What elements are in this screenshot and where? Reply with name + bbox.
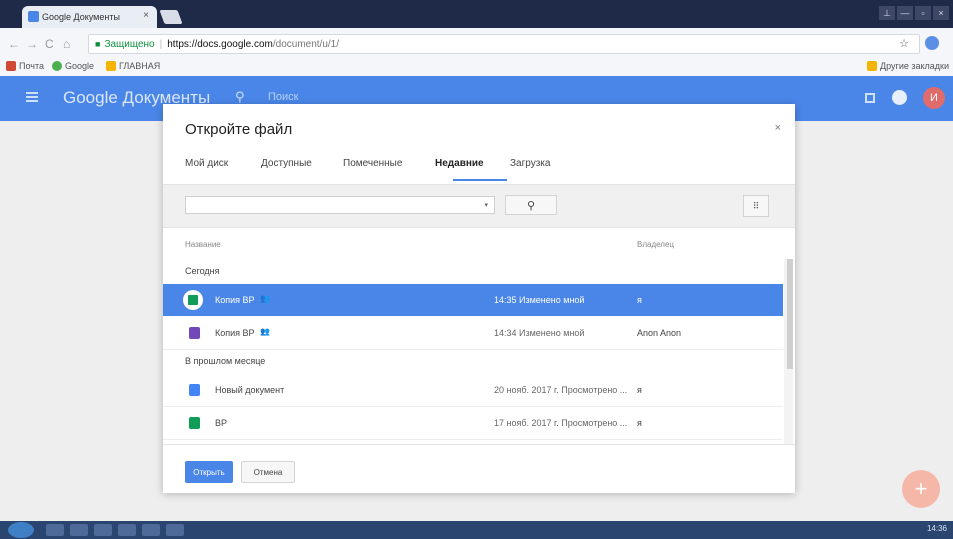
new-tab-button[interactable] — [159, 10, 183, 24]
docs-favicon-icon — [28, 11, 39, 22]
folder-icon — [106, 61, 116, 71]
taskbar-app-icon[interactable] — [166, 524, 184, 536]
section-last-month: В прошлом месяце — [185, 356, 266, 366]
grid-view-icon[interactable] — [865, 93, 875, 103]
column-header-name[interactable]: Название — [185, 240, 221, 249]
url-path: /document/u/1/ — [272, 38, 340, 50]
file-name: BP — [215, 418, 228, 428]
scrollbar-thumb[interactable] — [787, 259, 793, 369]
extension-icon[interactable] — [925, 36, 939, 50]
file-row[interactable]: Копия BP 👥 14:35 Изменено мной я — [163, 284, 783, 316]
other-bookmarks-label: Другие закладки — [880, 61, 949, 71]
open-file-dialog: Откройте файл × Мой диск Доступные Помеч… — [163, 104, 795, 493]
file-owner: я — [637, 385, 642, 395]
bookmark-label: Google — [65, 61, 95, 71]
tab-title: Google Документы — [42, 12, 120, 22]
file-name: Новый документ — [215, 385, 285, 395]
tab-shared[interactable]: Доступные — [261, 158, 312, 169]
search-icon: ⚲ — [526, 199, 536, 212]
file-row[interactable]: Копия BP 👥 14:34 Изменено мной Anon Anon — [163, 317, 783, 350]
window-maximize-button[interactable]: ▫ — [915, 6, 931, 20]
create-document-fab[interactable]: + — [902, 470, 940, 508]
file-modified: 14:35 Изменено мной — [494, 295, 585, 305]
shared-icon: 👥 — [260, 327, 270, 336]
home-icon[interactable]: ⌂ — [63, 37, 70, 51]
docs-search-placeholder[interactable]: Поиск — [268, 91, 298, 103]
reload-icon[interactable]: C — [45, 37, 54, 51]
bookmark-item[interactable]: Почта — [6, 61, 44, 71]
tab-recent[interactable]: Недавние — [435, 158, 484, 169]
search-button[interactable]: ⚲ — [505, 195, 557, 215]
bookmark-item[interactable]: ГЛАВНАЯ — [106, 61, 160, 71]
dialog-title: Откройте файл — [185, 121, 293, 138]
window-controls: ⊥ — ▫ × — [879, 6, 949, 20]
folder-icon — [867, 61, 878, 71]
search-toolbar: ▾ ⚲ ⠿ — [163, 184, 795, 228]
bookmark-label: ГЛАВНАЯ — [119, 61, 161, 71]
section-today: Сегодня — [185, 266, 220, 276]
taskbar-app-icon[interactable] — [142, 524, 160, 536]
search-icon[interactable]: ⚲ — [235, 89, 245, 105]
file-row[interactable]: BP 17 нояб. 2017 г. Просмотрено ... я — [163, 407, 783, 440]
url-field[interactable]: ■ Защищено | https://docs.google.com /do… — [88, 34, 920, 54]
cancel-button[interactable]: Отмена — [241, 461, 295, 483]
file-modified: 14:34 Изменено мной — [494, 328, 585, 338]
bookmarks-bar: Почта Google ГЛАВНАЯ Другие закладки — [0, 58, 953, 77]
view-toggle-button[interactable]: ⠿ — [743, 195, 769, 217]
tab-close-icon[interactable]: × — [143, 10, 149, 21]
close-icon[interactable]: × — [775, 122, 781, 134]
open-button[interactable]: Открыть — [185, 461, 233, 483]
browser-tabbar: Google Документы × ⊥ — ▫ × — [0, 0, 953, 28]
back-icon[interactable]: ← — [8, 37, 20, 51]
file-owner: я — [637, 418, 642, 428]
chevron-down-icon[interactable]: ▾ — [484, 201, 488, 209]
window-close-button[interactable]: × — [933, 6, 949, 20]
taskbar-app-icon[interactable] — [46, 524, 64, 536]
file-viewed: 17 нояб. 2017 г. Просмотрено ... — [494, 418, 628, 428]
tab-upload[interactable]: Загрузка — [510, 158, 550, 169]
file-row[interactable]: Новый документ 20 нояб. 2017 г. Просмотр… — [163, 374, 783, 407]
system-clock[interactable]: 14:36 — [927, 524, 947, 533]
grid-icon: ⠿ — [752, 200, 760, 211]
other-bookmarks[interactable]: Другие закладки — [867, 61, 949, 71]
forward-icon[interactable]: → — [26, 37, 38, 51]
window-user-button[interactable]: ⊥ — [879, 6, 895, 20]
url-host: https://docs.google.com — [167, 38, 273, 50]
column-header-owner[interactable]: Владелец — [637, 240, 674, 249]
shared-icon: 👥 — [260, 294, 270, 303]
gmail-icon — [6, 61, 16, 71]
file-viewed: 20 нояб. 2017 г. Просмотрено ... — [494, 385, 628, 395]
docs-icon — [189, 384, 200, 396]
address-bar-row: ← → C ⌂ ■ Защищено | https://docs.google… — [0, 28, 953, 59]
bookmark-label: Почта — [19, 61, 44, 71]
bookmark-star-icon[interactable]: ☆ — [899, 37, 909, 50]
file-owner: Anon Anon — [637, 328, 682, 338]
file-search-input[interactable]: ▾ — [185, 196, 495, 214]
avatar[interactable]: И — [923, 87, 945, 109]
file-name: Копия BP — [215, 295, 255, 305]
forms-icon — [189, 327, 200, 339]
url-separator: | — [159, 38, 163, 50]
menu-icon[interactable] — [26, 92, 38, 102]
bookmark-item[interactable]: Google — [52, 61, 94, 71]
taskbar-app-icon[interactable] — [94, 524, 112, 536]
secure-label: Защищено — [104, 38, 155, 50]
google-icon — [52, 61, 62, 71]
tab-starred[interactable]: Помеченные — [343, 158, 402, 169]
lock-icon: ■ — [95, 39, 101, 49]
sheets-icon — [189, 417, 200, 429]
taskbar-app-icon[interactable] — [70, 524, 88, 536]
active-tab-underline — [453, 179, 507, 181]
window-minimize-button[interactable]: — — [897, 6, 913, 20]
file-name: Копия BP — [215, 328, 255, 338]
tab-my-drive[interactable]: Мой диск — [185, 158, 228, 169]
os-taskbar: 14:36 — [0, 521, 953, 539]
browser-tab[interactable]: Google Документы × — [22, 6, 157, 28]
start-button[interactable] — [8, 522, 34, 538]
apps-icon[interactable] — [892, 90, 907, 105]
taskbar-app-icon[interactable] — [118, 524, 136, 536]
dialog-footer: Открыть Отмена — [163, 444, 795, 493]
file-owner: я — [637, 295, 642, 305]
sheets-icon — [183, 290, 203, 310]
